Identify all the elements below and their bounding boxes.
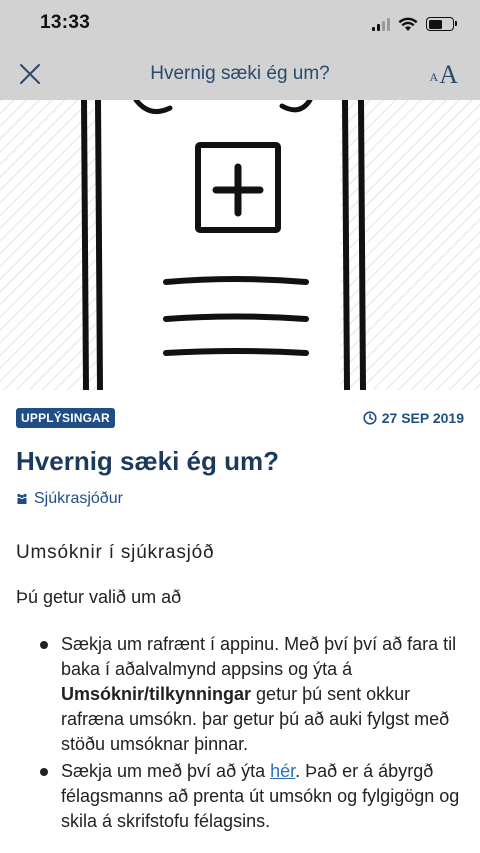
status-bar: 13:33 <box>0 0 480 48</box>
font-size-icon: A <box>429 70 439 84</box>
font-size-icon-large: A <box>439 60 458 89</box>
article-title: Hvernig sæki ég um? <box>16 446 279 476</box>
list-item: Sækja um með því að ýta hér. Það er á áb… <box>16 759 464 834</box>
cellular-signal-icon <box>372 17 390 31</box>
bold-text: Umsóknir/tilkynningar <box>61 684 252 704</box>
here-link[interactable]: hér <box>270 761 295 781</box>
people-icon <box>17 493 27 504</box>
article-body: Umsóknir í sjúkrasjóð Þú getur valið um … <box>16 540 464 836</box>
status-icons <box>372 14 457 34</box>
article-category: Sjúkrasjóður <box>16 490 123 508</box>
section-heading: Umsóknir í sjúkrasjóð <box>16 542 215 563</box>
date-text: 27 SEP 2019 <box>381 410 464 426</box>
list-item: Sækja um rafrænt í appinu. Með því því a… <box>16 632 464 757</box>
article-date: 27 SEP 2019 <box>363 410 464 426</box>
hero-image <box>0 100 480 390</box>
wifi-icon <box>398 17 418 32</box>
font-size-button[interactable]: A A <box>430 58 458 88</box>
nav-bar: Hvernig sæki ég um? A A <box>0 48 480 100</box>
intro-text: Þú getur valið um að <box>16 587 182 607</box>
category-text: Sjúkrasjóður <box>34 490 123 507</box>
category-badge: UPPLÝSINGAR <box>16 408 115 428</box>
battery-icon <box>426 17 457 31</box>
clock-icon <box>363 411 377 425</box>
article-meta: UPPLÝSINGAR 27 SEP 2019 <box>16 407 464 429</box>
nav-title: Hvernig sæki ég um? <box>150 63 330 84</box>
status-time: 13:33 <box>40 12 91 33</box>
options-list: Sækja um rafrænt í appinu. Með því því a… <box>16 632 464 834</box>
